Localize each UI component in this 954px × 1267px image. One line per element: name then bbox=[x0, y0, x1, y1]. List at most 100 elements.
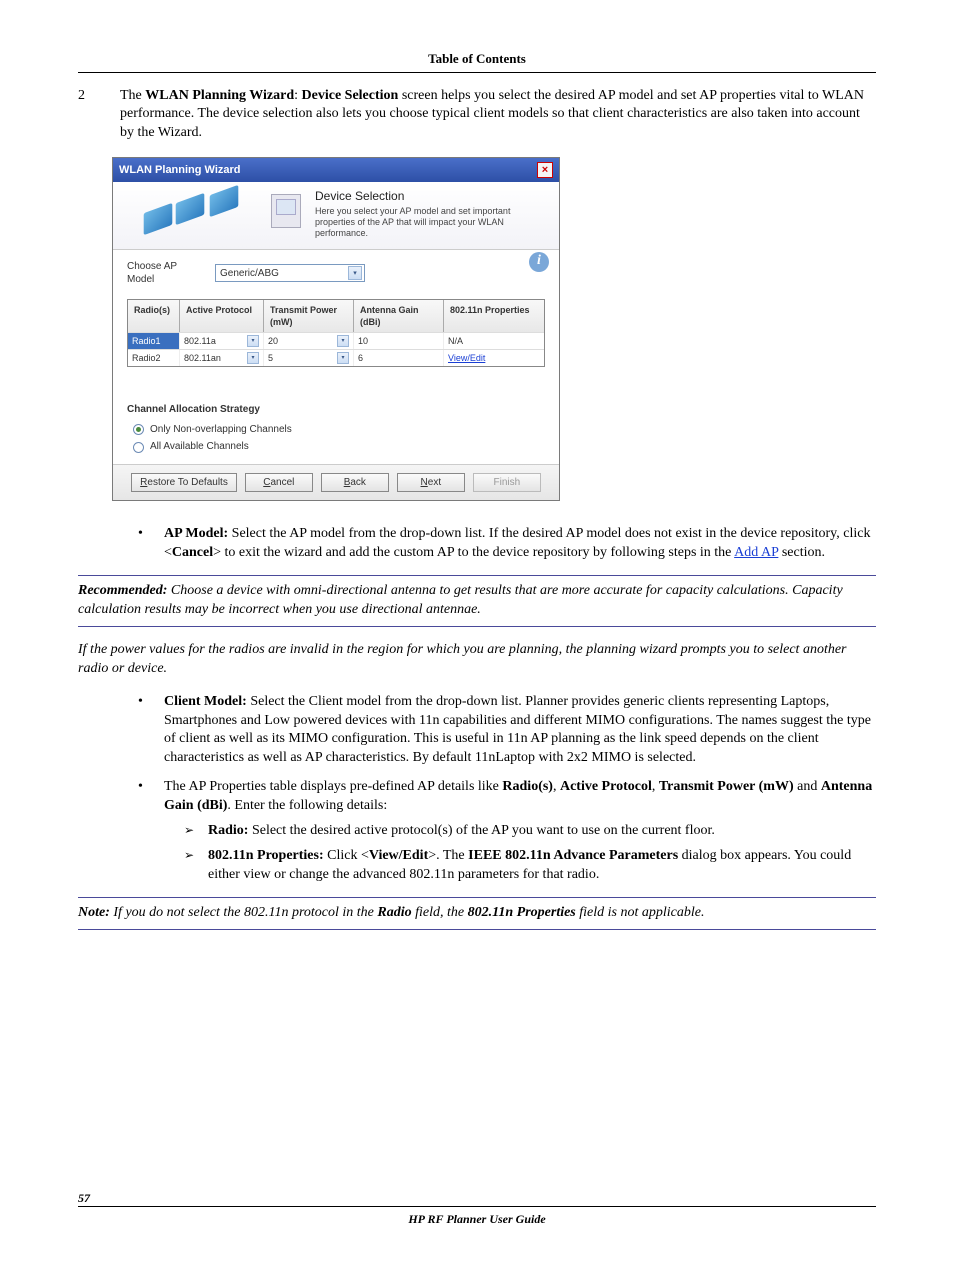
close-icon[interactable]: × bbox=[537, 162, 553, 178]
strategy-label: Channel Allocation Strategy bbox=[127, 403, 545, 417]
back-button[interactable]: Back bbox=[321, 473, 389, 493]
footer-guide: HP RF Planner User Guide bbox=[78, 1206, 876, 1227]
radio-all[interactable]: All Available Channels bbox=[133, 440, 545, 454]
b: Device Selection bbox=[302, 88, 399, 103]
cell-radio: Radio1 bbox=[128, 333, 180, 349]
cell-radio: Radio2 bbox=[128, 350, 180, 366]
chevron-down-icon: ▾ bbox=[348, 266, 362, 280]
header-toc: Table of Contents bbox=[78, 50, 876, 73]
cell-protocol-select[interactable]: 802.11an ▾ bbox=[180, 350, 264, 366]
chevron-down-icon: ▾ bbox=[337, 352, 349, 364]
t: >. The bbox=[428, 848, 468, 863]
b: IEEE 802.11n Advance Parameters bbox=[468, 848, 678, 863]
chevron-down-icon: ▾ bbox=[337, 335, 349, 347]
table-row[interactable]: Radio1 802.11a ▾ 20 ▾ 10 N/A bbox=[128, 332, 544, 349]
cell-gain: 10 bbox=[354, 333, 444, 349]
b: Cancel bbox=[172, 545, 213, 560]
t: The AP Properties table displays pre-def… bbox=[164, 779, 502, 794]
th-gain: Antenna Gain (dBi) bbox=[354, 300, 444, 332]
note-block: Note: If you do not select the 802.11n p… bbox=[78, 897, 876, 930]
step-number: 2 bbox=[78, 87, 96, 144]
list-item: AP Model: Select the AP model from the d… bbox=[138, 525, 876, 563]
b: Radio(s) bbox=[502, 779, 553, 794]
v: 20 bbox=[268, 335, 278, 347]
t: ack bbox=[350, 477, 366, 488]
power-note: If the power values for the radios are i… bbox=[78, 641, 876, 679]
cell-power-select[interactable]: 20 ▾ bbox=[264, 333, 354, 349]
table-row[interactable]: Radio2 802.11an▾ 5▾ 6 View/Edit bbox=[128, 349, 544, 366]
b: Active Protocol bbox=[560, 779, 652, 794]
t: field, the bbox=[412, 905, 468, 920]
radio-label: Only Non-overlapping Channels bbox=[150, 423, 292, 437]
list-item: The AP Properties table displays pre-def… bbox=[138, 778, 876, 884]
cell-protocol-select[interactable]: 802.11a ▾ bbox=[180, 333, 264, 349]
wizard-banner: Device Selection Here you select your AP… bbox=[113, 182, 559, 250]
view-edit-link[interactable]: View/Edit bbox=[444, 350, 544, 366]
t: If you do not select the 802.11n protoco… bbox=[110, 905, 378, 920]
wizard-footer: Restore To Defaults Cancel Back Next Fin… bbox=[113, 464, 559, 501]
b: AP Model: bbox=[164, 526, 228, 541]
bullet-list: AP Model: Select the AP model from the d… bbox=[138, 525, 876, 563]
radio-nonoverlap[interactable]: Only Non-overlapping Channels bbox=[133, 423, 545, 437]
t: section. bbox=[778, 545, 825, 560]
table-header: Radio(s) Active Protocol Transmit Power … bbox=[128, 300, 544, 332]
th-radios: Radio(s) bbox=[128, 300, 180, 332]
next-button[interactable]: Next bbox=[397, 473, 465, 493]
banner-title: Device Selection bbox=[315, 188, 549, 204]
radio-on-icon bbox=[133, 424, 144, 435]
t: . Enter the following details: bbox=[227, 798, 387, 813]
v: 802.11an bbox=[184, 352, 221, 364]
b: Note: bbox=[78, 905, 110, 920]
finish-button: Finish bbox=[473, 473, 541, 493]
cell-gain: 6 bbox=[354, 350, 444, 366]
restore-defaults-button[interactable]: Restore To Defaults bbox=[131, 473, 237, 493]
b: 802.11n Properties bbox=[468, 905, 576, 920]
b: WLAN Planning Wizard bbox=[145, 88, 294, 103]
wizard-art-icon bbox=[123, 188, 303, 236]
wizard-title-text: WLAN Planning Wizard bbox=[119, 163, 241, 178]
chevron-down-icon: ▾ bbox=[247, 335, 259, 347]
t: > to exit the wizard and add the custom … bbox=[213, 545, 734, 560]
banner-subtitle: Here you select your AP model and set im… bbox=[315, 206, 549, 238]
info-icon[interactable]: i bbox=[529, 252, 549, 272]
bullet-list: Client Model: Select the Client model fr… bbox=[138, 693, 876, 885]
t: Select the desired active protocol(s) of… bbox=[248, 823, 714, 838]
chevron-down-icon: ▾ bbox=[247, 352, 259, 364]
b: Radio: bbox=[208, 823, 248, 838]
b: 802.11n Properties: bbox=[208, 848, 324, 863]
sub-item: 802.11n Properties: Click <View/Edit>. T… bbox=[184, 847, 876, 885]
sub-item: Radio: Select the desired active protoco… bbox=[184, 822, 876, 841]
radio-label: All Available Channels bbox=[150, 440, 249, 454]
b: Client Model: bbox=[164, 694, 247, 709]
radio-off-icon bbox=[133, 442, 144, 453]
page-number: 57 bbox=[78, 1190, 876, 1206]
step-2: 2 The WLAN Planning Wizard: Device Selec… bbox=[78, 87, 876, 144]
wizard-dialog: WLAN Planning Wizard × Device Selection … bbox=[112, 157, 560, 501]
cell-power-select[interactable]: 5▾ bbox=[264, 350, 354, 366]
b: Recommended: bbox=[78, 583, 167, 598]
cell-11n: N/A bbox=[444, 333, 544, 349]
t: field is not applicable. bbox=[576, 905, 705, 920]
b: View/Edit bbox=[369, 848, 428, 863]
t: The bbox=[120, 88, 145, 103]
list-item: Client Model: Select the Client model fr… bbox=[138, 693, 876, 769]
ap-model-label: Choose AP Model bbox=[127, 260, 205, 287]
wizard-titlebar: WLAN Planning Wizard × bbox=[113, 158, 559, 182]
radio-table: Radio(s) Active Protocol Transmit Power … bbox=[127, 299, 545, 368]
v: 802.11a bbox=[184, 335, 216, 347]
add-ap-link[interactable]: Add AP bbox=[734, 545, 778, 560]
t: ext bbox=[428, 477, 441, 488]
ap-model-select[interactable]: Generic/ABG ▾ bbox=[215, 264, 365, 282]
th-11n: 802.11n Properties bbox=[444, 300, 544, 332]
recommended-note: Recommended: Choose a device with omni-d… bbox=[78, 575, 876, 627]
t: estore To Defaults bbox=[147, 477, 227, 488]
b: Radio bbox=[377, 905, 411, 920]
t: ancel bbox=[270, 477, 294, 488]
t: Choose a device with omni-directional an… bbox=[78, 583, 843, 617]
th-power: Transmit Power (mW) bbox=[264, 300, 354, 332]
cancel-button[interactable]: Cancel bbox=[245, 473, 313, 493]
ap-model-value: Generic/ABG bbox=[220, 267, 279, 281]
th-protocol: Active Protocol bbox=[180, 300, 264, 332]
t: Select the Client model from the drop-do… bbox=[164, 694, 871, 766]
v: 5 bbox=[268, 352, 273, 364]
